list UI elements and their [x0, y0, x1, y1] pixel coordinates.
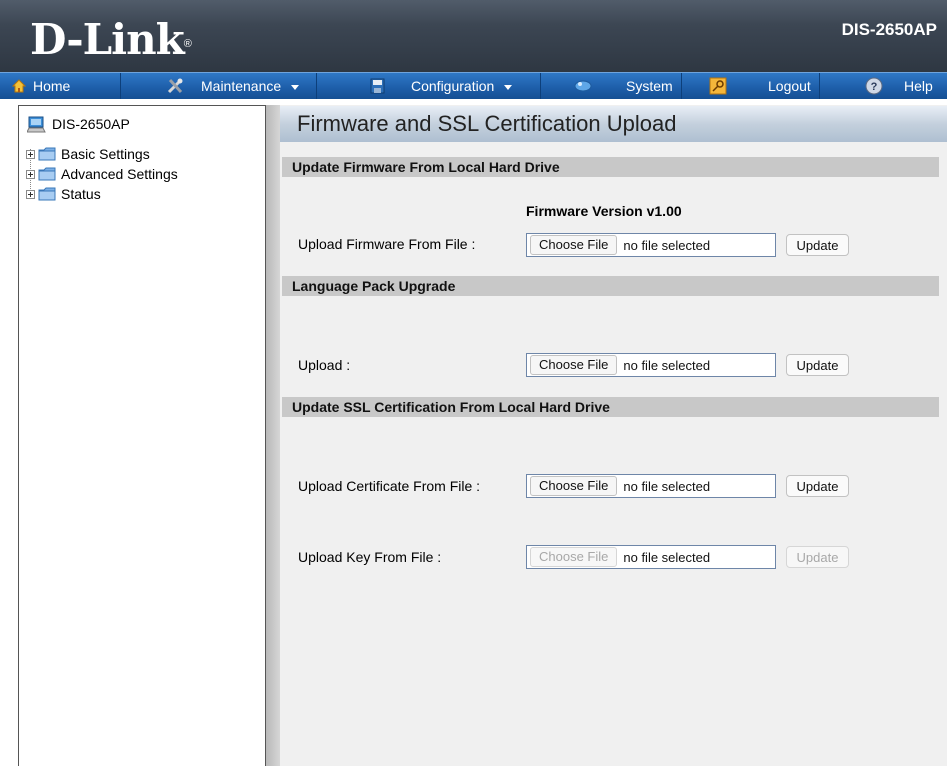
- firmware-update-button[interactable]: Update: [786, 234, 849, 256]
- certificate-upload-label: Upload Certificate From File :: [298, 478, 481, 494]
- menu-system[interactable]: System: [541, 73, 682, 99]
- key-update-button[interactable]: Update: [786, 546, 849, 568]
- firmware-version: Firmware Version v1.00: [526, 203, 682, 219]
- menu-configuration[interactable]: Configuration: [317, 73, 541, 99]
- sidebar-tree: DIS-2650AP Basic Settings Advanced Setti…: [18, 105, 266, 766]
- menu-bar: Home Maintenance Configuration System Lo…: [0, 72, 947, 99]
- page-title: Firmware and SSL Certification Upload: [280, 106, 947, 142]
- certificate-choose-file-button[interactable]: Choose File: [530, 476, 618, 496]
- sidebar-item-status[interactable]: Status: [26, 186, 101, 202]
- menu-logout[interactable]: Logout: [682, 73, 820, 99]
- svg-text:?: ?: [871, 81, 878, 93]
- language-file-input[interactable]: Choose File no file selected: [526, 353, 776, 377]
- certificate-file-input[interactable]: Choose File no file selected: [526, 474, 776, 498]
- language-upload-label: Upload :: [298, 357, 351, 373]
- firmware-upload-label: Upload Firmware From File :: [298, 236, 476, 252]
- expand-icon[interactable]: [26, 149, 35, 159]
- sidebar-item-advanced-settings[interactable]: Advanced Settings: [26, 166, 178, 182]
- expand-icon[interactable]: [26, 189, 35, 199]
- firmware-choose-file-button[interactable]: Choose File: [530, 235, 618, 255]
- certificate-update-button[interactable]: Update: [786, 475, 849, 497]
- menu-help[interactable]: ? Help: [820, 73, 947, 99]
- expand-icon[interactable]: [26, 169, 35, 179]
- certificate-file-status: no file selected: [623, 478, 711, 494]
- help-icon: ?: [864, 76, 884, 96]
- key-upload-label: Upload Key From File :: [298, 549, 442, 565]
- section-firmware: Update Firmware From Local Hard Drive: [282, 157, 939, 177]
- header-banner: D-Link® DIS-2650AP: [0, 0, 947, 72]
- key-choose-file-button[interactable]: Choose File: [530, 547, 618, 567]
- language-choose-file-button[interactable]: Choose File: [530, 355, 618, 375]
- section-ssl-certification: Update SSL Certification From Local Hard…: [282, 397, 939, 417]
- folder-icon: [38, 167, 56, 181]
- sidebar-item-basic-settings[interactable]: Basic Settings: [26, 146, 150, 162]
- computer-icon: [26, 114, 47, 134]
- key-icon: [708, 76, 728, 96]
- language-file-status: no file selected: [623, 357, 711, 373]
- home-icon: [9, 76, 29, 96]
- tree-root-device[interactable]: DIS-2650AP: [26, 114, 130, 134]
- key-file-status: no file selected: [623, 549, 711, 565]
- device-model: DIS-2650AP: [841, 20, 937, 39]
- firmware-file-input[interactable]: Choose File no file selected: [526, 233, 776, 257]
- menu-home[interactable]: Home: [0, 73, 121, 99]
- floppy-disk-icon: [367, 76, 387, 96]
- network-icon: [573, 76, 593, 96]
- folder-icon: [38, 147, 56, 161]
- firmware-file-status: no file selected: [623, 237, 711, 253]
- section-language-pack: Language Pack Upgrade: [282, 276, 939, 296]
- folder-icon: [38, 187, 56, 201]
- menu-maintenance[interactable]: Maintenance: [121, 73, 317, 99]
- language-update-button[interactable]: Update: [786, 354, 849, 376]
- main-shadow-edge: [266, 105, 280, 766]
- dlink-logo: D-Link®: [30, 15, 192, 64]
- chevron-down-icon: [291, 84, 300, 90]
- key-file-input[interactable]: Choose File no file selected: [526, 545, 776, 569]
- chevron-down-icon: [504, 84, 513, 90]
- tools-icon: [165, 76, 185, 96]
